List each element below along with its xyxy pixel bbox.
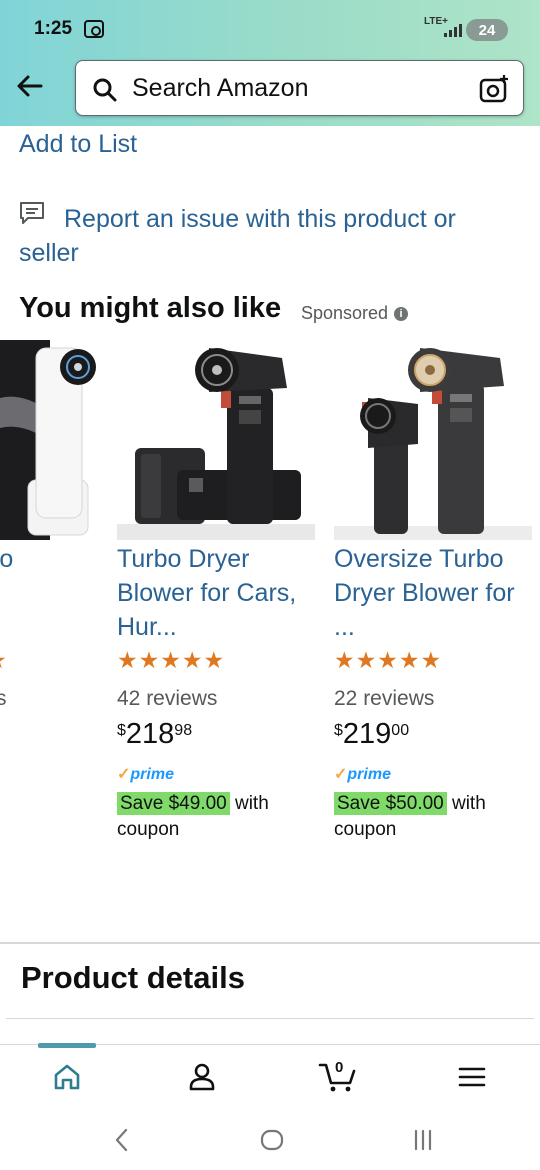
product-image[interactable] (117, 340, 315, 540)
cart-button[interactable]: 0 (318, 1059, 358, 1095)
screenshot-icon (84, 20, 104, 38)
coupon-offer[interactable]: Save $50.00 with coupon (334, 791, 534, 843)
price: $ 219 00 (334, 718, 409, 751)
prime-badge: ✓prime (334, 766, 391, 783)
product-image-graphic (0, 340, 96, 540)
review-count[interactable]: 42 reviews (117, 687, 217, 711)
product-card[interactable]: Oversize Turbo Dryer Blower for ... ★ ★ ★ ★… (334, 340, 532, 860)
status-bar: 1:25 LTE+ 24 (0, 0, 540, 58)
price-whole: 219 (342, 718, 392, 750)
system-recents-icon[interactable] (410, 1126, 436, 1154)
sponsored-text: Sponsored (301, 303, 389, 323)
search-input[interactable]: Search Amazon (75, 60, 524, 116)
product-image[interactable] (334, 340, 532, 540)
page: 1:25 LTE+ 24 Search Amazon Add to List R… (0, 0, 540, 1170)
price-symbol: $ (117, 722, 126, 739)
product-image[interactable] (0, 340, 96, 540)
search-icon (93, 78, 117, 102)
header: 1:25 LTE+ 24 Search Amazon (0, 0, 540, 126)
menu-icon[interactable] (454, 1059, 490, 1095)
coupon-badge: Save $50.00 (334, 792, 447, 815)
product-details-heading[interactable]: Product details (21, 960, 245, 996)
product-title[interactable]: Oversize Turbo Dryer Blower for ... (334, 542, 534, 644)
price: $ 218 98 (117, 718, 192, 751)
coupon-badge: Save $49.00 (117, 792, 230, 815)
sponsored-label[interactable]: Sponsored i (301, 303, 409, 324)
add-to-list-link[interactable]: Add to List (19, 130, 137, 159)
product-title[interactable]: Turbo Dryer Blower for Cars, Hur... (117, 542, 317, 644)
recommendation-carousel[interactable]: r Air Turbo ★ s (0, 340, 540, 860)
star-rating: ★ (0, 648, 7, 672)
star-rating: ★ ★ ★ ★ ★ (334, 647, 442, 673)
status-time: 1:25 (34, 18, 73, 39)
price-fraction: 00 (391, 722, 410, 739)
prime-label: prime (130, 766, 174, 783)
battery-indicator: 24 (466, 19, 508, 41)
bottom-nav: 0 (0, 1043, 540, 1110)
system-nav (0, 1110, 540, 1170)
divider (6, 1018, 534, 1019)
active-tab-indicator (38, 1043, 96, 1048)
product-title[interactable]: r Air Turbo (0, 542, 98, 576)
system-back-icon[interactable] (112, 1126, 132, 1154)
review-count[interactable]: 22 reviews (334, 687, 434, 711)
back-arrow-icon[interactable] (14, 70, 46, 102)
prime-label: prime (347, 766, 391, 783)
cart-count: 0 (335, 1059, 344, 1076)
prime-badge: ✓prime (117, 766, 174, 783)
report-issue-link[interactable]: Report an issue with this product or sel… (19, 202, 499, 270)
info-icon[interactable]: i (394, 306, 409, 321)
signal-icon (444, 23, 462, 37)
price-whole: 218 (125, 718, 175, 750)
product-image-graphic (334, 348, 532, 540)
price-fraction: 98 (174, 722, 193, 739)
section-divider (0, 942, 540, 944)
system-home-icon[interactable] (259, 1126, 285, 1154)
product-card[interactable]: Turbo Dryer Blower for Cars, Hur... ★ ★ ★ ★… (117, 340, 315, 860)
recommendations-title: You might also like (19, 292, 282, 324)
coupon-offer[interactable]: Save $49.00 with coupon (117, 791, 317, 843)
review-count[interactable]: s (0, 687, 7, 711)
camera-search-icon[interactable] (479, 74, 509, 104)
product-card[interactable]: r Air Turbo ★ s (0, 340, 96, 860)
price-symbol: $ (334, 722, 343, 739)
star-rating: ★ ★ ★ ★ ★ (117, 647, 225, 673)
account-icon[interactable] (184, 1059, 220, 1095)
search-placeholder: Search Amazon (132, 74, 309, 102)
product-image-graphic (117, 348, 315, 540)
home-icon[interactable] (49, 1059, 85, 1095)
